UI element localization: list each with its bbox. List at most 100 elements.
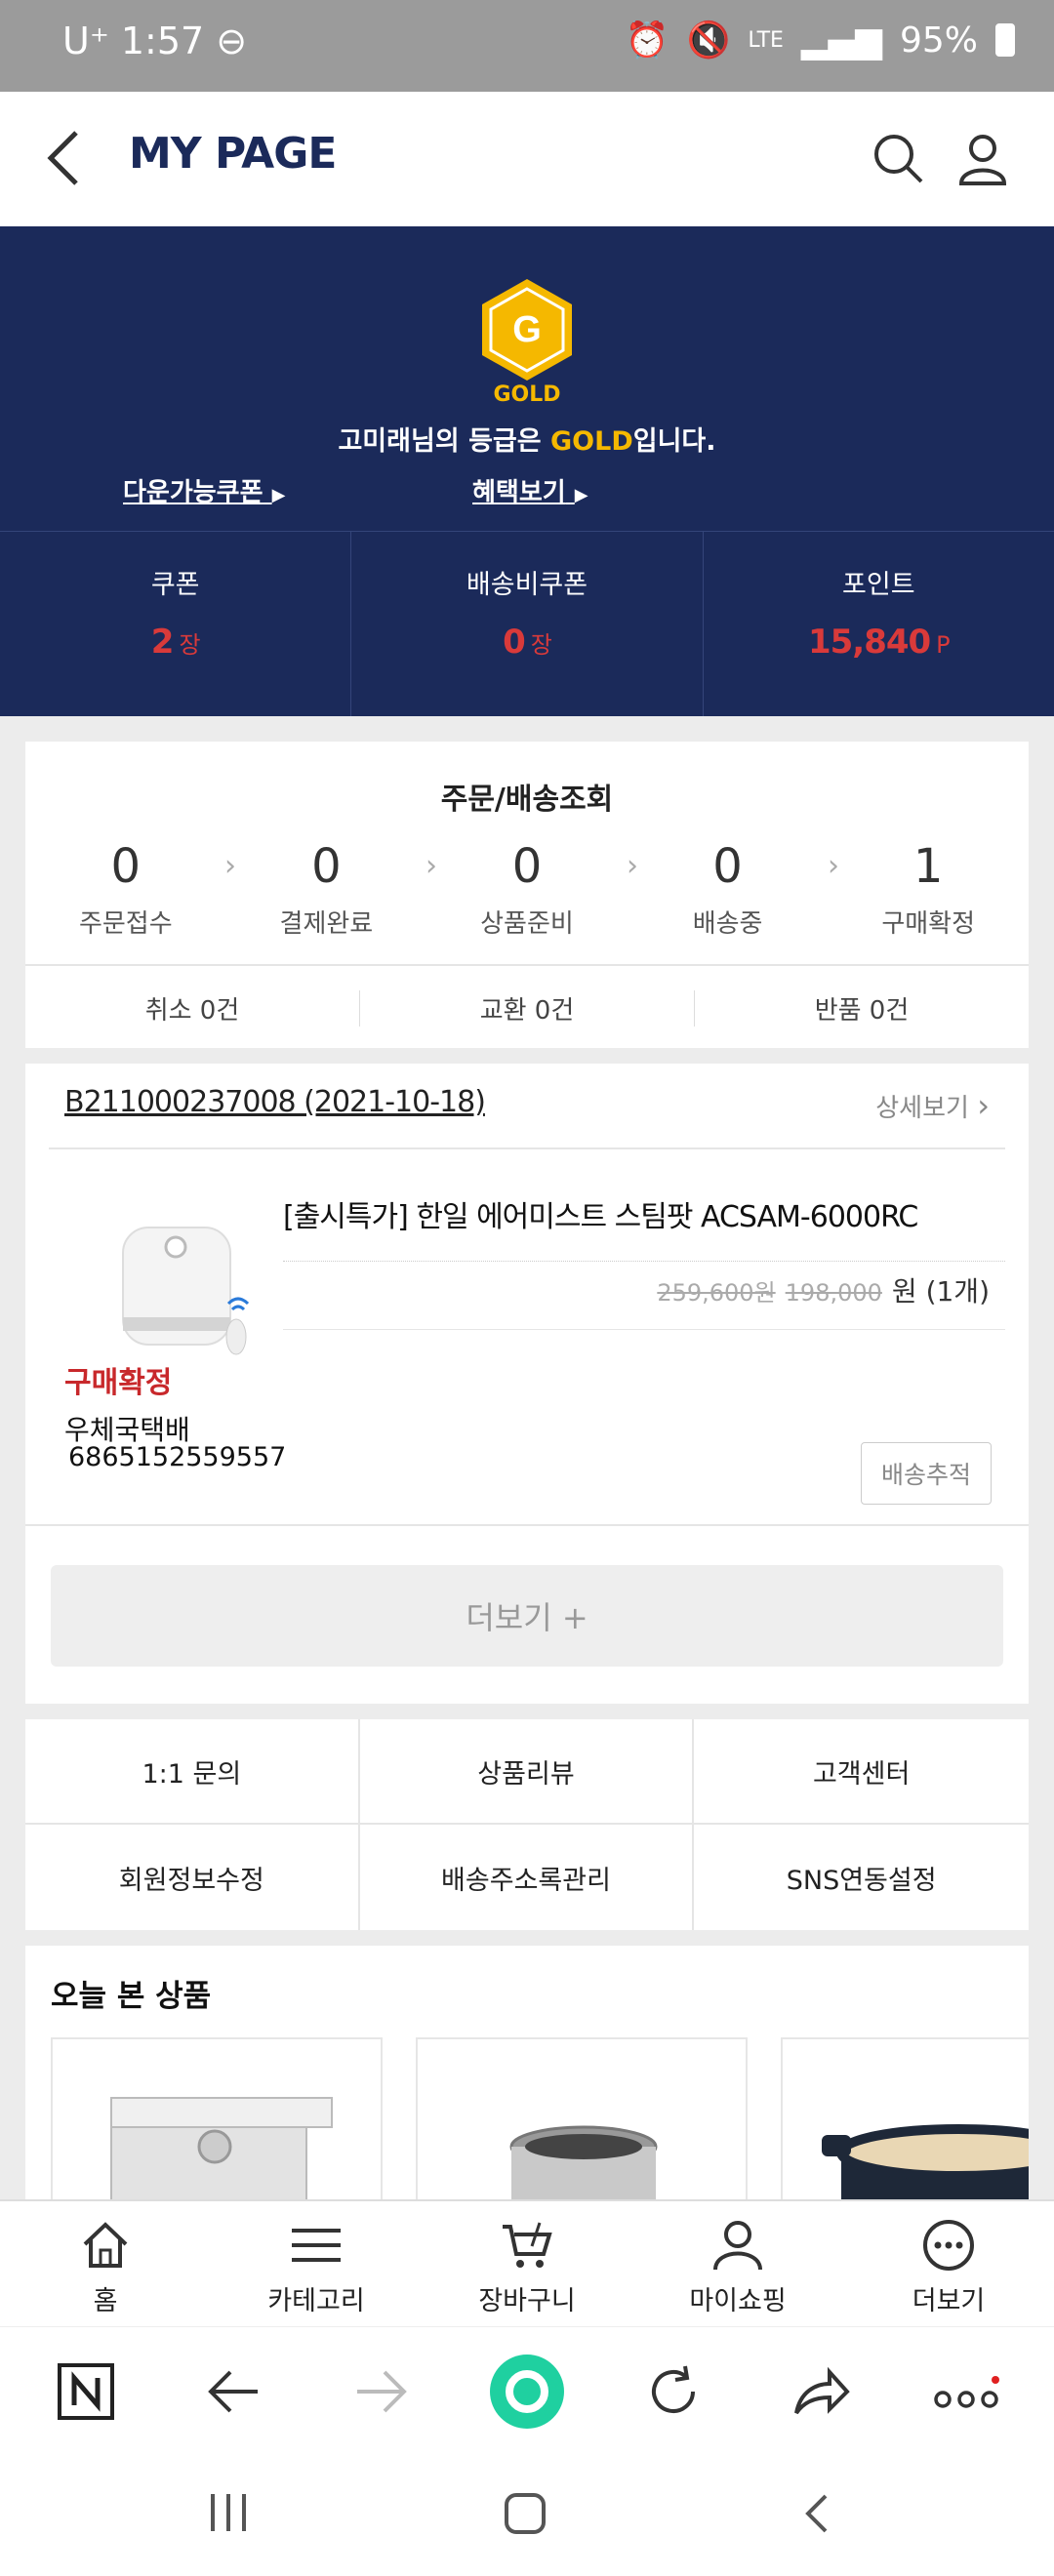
menu-reviews[interactable]: 상품리뷰 xyxy=(359,1719,695,1825)
menu-inquiry[interactable]: 1:1 문의 xyxy=(25,1719,360,1825)
grade-message-post: 입니다. xyxy=(632,426,716,457)
stat-unit: 장 xyxy=(530,631,552,659)
step-preparing[interactable]: 0 상품준비 xyxy=(426,839,628,940)
page-title: MY PAGE xyxy=(129,129,337,179)
chevron-right-icon: › xyxy=(828,849,839,883)
browser-back-icon[interactable] xyxy=(207,2366,262,2417)
stat-label: 포인트 xyxy=(842,570,915,600)
exchange-count[interactable]: 교환 0건 xyxy=(360,989,695,1026)
network-label: LTE xyxy=(748,27,784,53)
tab-label: 장바구니 xyxy=(478,2286,576,2316)
divider xyxy=(25,1524,1029,1526)
order-status-card: 주문/배송조회 0 주문접수 0 결제완료 0 상품준비 0 배송중 1 구매확정 › ›… xyxy=(25,742,1029,1048)
order-number[interactable]: B211000237008 (2021-10-18) xyxy=(64,1085,486,1119)
battery-icon xyxy=(995,23,1015,57)
bottom-tab-bar: 홈 카테고리 장바구니 마이쇼핑 더보기 xyxy=(0,2199,1054,2326)
claim-counts: 취소 0건 교환 0건 반품 0건 xyxy=(25,968,1029,1048)
tab-category[interactable]: 카테고리 xyxy=(211,2201,422,2326)
recent-product-thumbnail[interactable] xyxy=(416,2037,748,2199)
divider xyxy=(283,1261,1005,1262)
step-label: 주문접수 xyxy=(78,909,173,939)
order-detail-card: B211000237008 (2021-10-18) 상세보기 › [출시특가]… xyxy=(25,1064,1029,1704)
battery-percent: 95% xyxy=(899,20,978,60)
menu-customer-center[interactable]: 고객센터 xyxy=(694,1719,1029,1825)
stat-value: 0 xyxy=(503,623,526,662)
benefits-label: 혜택보기 xyxy=(472,478,566,507)
tab-label: 더보기 xyxy=(912,2286,986,2316)
stat-unit: 장 xyxy=(179,631,200,659)
step-label: 결제완료 xyxy=(279,909,374,939)
chevron-right-icon: › xyxy=(977,1087,990,1124)
step-label: 구매확정 xyxy=(881,909,976,939)
naver-home-icon[interactable] xyxy=(57,2362,115,2421)
product-thumbnail-humidifier[interactable] xyxy=(88,1208,273,1364)
step-count: 1 xyxy=(912,839,944,894)
stat-value: 2 xyxy=(150,623,175,662)
menu-edit-profile[interactable]: 회원정보수정 xyxy=(25,1825,360,1930)
product-name[interactable]: [출시특가] 한일 에어미스트 스팀팟 ACSAM-6000RC xyxy=(283,1192,918,1235)
mypage-menu-grid: 1:1 문의 상품리뷰 고객센터 회원정보수정 배송주소록관리 SNS연동설정 xyxy=(25,1719,1029,1930)
step-count: 0 xyxy=(712,839,743,894)
step-order-received[interactable]: 0 주문접수 xyxy=(25,839,226,940)
stat-coupons[interactable]: 쿠폰 2장 xyxy=(0,532,352,716)
mute-icon: 🔇 xyxy=(686,20,731,60)
grade-panel: G GOLD 고미래님의 등급은 GOLD입니다. 다운가능쿠폰 ▶ 혜택보기 … xyxy=(0,226,1054,531)
step-count: 0 xyxy=(110,839,142,894)
step-payment-complete[interactable]: 0 결제완료 xyxy=(226,839,427,940)
person-icon xyxy=(713,2221,762,2271)
view-detail-link[interactable]: 상세보기 › xyxy=(875,1087,990,1124)
grade-message: 고미래님의 등급은 GOLD입니다. xyxy=(0,420,1054,458)
order-status-label: 구매확정 xyxy=(64,1366,173,1400)
load-more-button[interactable]: 더보기 + xyxy=(51,1565,1003,1667)
user-icon[interactable] xyxy=(956,131,1009,185)
tab-cart[interactable]: 장바구니 xyxy=(422,2201,632,2326)
home-button-icon[interactable] xyxy=(504,2492,547,2535)
chevron-right-icon: › xyxy=(426,849,437,883)
grade-word: GOLD xyxy=(493,382,561,407)
search-icon[interactable] xyxy=(871,131,925,185)
step-count: 0 xyxy=(311,839,342,894)
more-dots-icon[interactable] xyxy=(933,2376,1001,2415)
back-arrow-icon[interactable] xyxy=(45,129,84,187)
system-navigation-bar xyxy=(0,2453,1054,2576)
original-price: 259,600원 xyxy=(657,1279,776,1307)
menu-address-book[interactable]: 배송주소록관리 xyxy=(360,1825,695,1930)
order-steps: 0 주문접수 0 결제완료 0 상품준비 0 배송중 1 구매확정 xyxy=(25,839,1029,940)
step-label: 상품준비 xyxy=(480,909,574,939)
tab-more[interactable]: 더보기 xyxy=(843,2201,1054,2326)
steel-cup-image xyxy=(509,2125,658,2199)
share-icon[interactable] xyxy=(792,2364,851,2419)
stat-points[interactable]: 포인트 15,840 P xyxy=(704,532,1054,716)
app-header: MY PAGE xyxy=(0,92,1054,226)
refresh-icon[interactable] xyxy=(646,2364,701,2419)
browser-forward-icon[interactable] xyxy=(353,2366,408,2417)
tracking-number: 6865152559557 xyxy=(68,1442,287,1472)
system-back-icon[interactable] xyxy=(802,2492,831,2535)
more-circle-icon xyxy=(923,2220,974,2271)
browser-toolbar xyxy=(0,2326,1054,2453)
home-icon xyxy=(83,2222,128,2268)
benefit-stats: 쿠폰 2장 배송비쿠폰 0장 포인트 15,840 P xyxy=(0,531,1054,716)
download-coupons-link[interactable]: 다운가능쿠폰 ▶ xyxy=(123,472,285,508)
recent-product-thumbnail[interactable] xyxy=(51,2037,383,2199)
cancel-count[interactable]: 취소 0건 xyxy=(25,989,360,1026)
menu-sns-settings[interactable]: SNS연동설정 xyxy=(694,1825,1029,1930)
recent-product-thumbnail[interactable] xyxy=(781,2037,1029,2199)
recently-viewed-section: 오늘 본 상품 xyxy=(25,1946,1029,2199)
tab-home[interactable]: 홈 xyxy=(0,2201,211,2326)
step-purchase-confirmed[interactable]: 1 구매확정 xyxy=(828,839,1029,940)
recent-apps-icon[interactable] xyxy=(207,2492,250,2533)
benefits-link[interactable]: 혜택보기 ▶ xyxy=(472,472,588,508)
stat-shipping-coupons[interactable]: 배송비쿠폰 0장 xyxy=(351,532,704,716)
view-detail-label: 상세보기 xyxy=(875,1094,969,1123)
stat-value: 15,840 xyxy=(807,623,931,662)
tab-my-shopping[interactable]: 마이쇼핑 xyxy=(632,2201,843,2326)
cart-icon xyxy=(503,2222,552,2268)
return-count[interactable]: 반품 0건 xyxy=(695,990,1029,1026)
tab-label: 마이쇼핑 xyxy=(689,2286,787,2316)
step-shipping[interactable]: 0 배송중 xyxy=(628,839,829,940)
divider xyxy=(49,1147,1005,1149)
track-shipment-button[interactable]: 배송추적 xyxy=(861,1442,992,1505)
green-dot-search-icon[interactable] xyxy=(488,2353,566,2431)
status-bar: U⁺ 1:57 ⊖ ⏰ 🔇 LTE ▂▄▆ 95% xyxy=(0,0,1054,92)
